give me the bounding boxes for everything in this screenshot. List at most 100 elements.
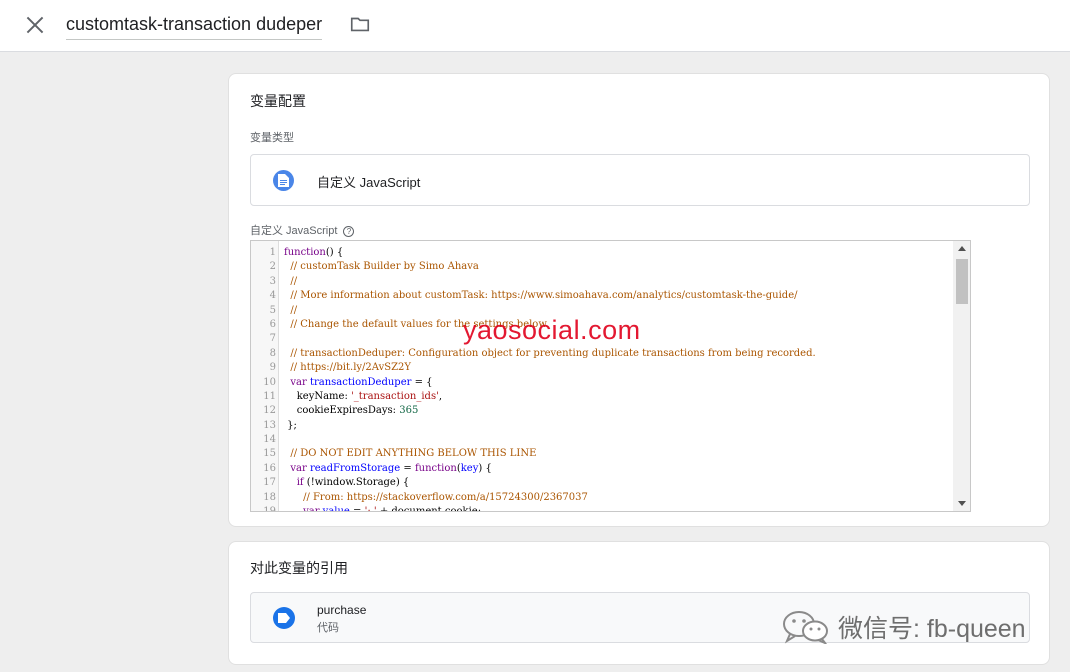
tag-icon [273,607,295,629]
code-line: 17 if (!window.Storage) { [251,476,951,490]
line-number: 12 [263,405,276,417]
line-number: 15 [263,448,276,460]
code-line: 16 var readFromStorage = function(key) { [251,462,951,476]
variable-references-card: 对此变量的引用 purchase 代码 [228,541,1050,665]
code-token: '_transaction_ids' [351,390,439,402]
line-number: 16 [263,462,276,474]
code-editor[interactable]: 1 function() {2 // customTask Builder by … [250,240,971,512]
scroll-up-icon[interactable] [958,246,966,251]
folder-icon[interactable] [349,13,371,35]
code-line: 15 // DO NOT EDIT ANYTHING BELOW THIS LI… [251,447,951,461]
code-text: var readFromStorage = function(key) { [284,462,492,476]
code-token: () { [325,247,344,258]
code-line: 4 // More information about customTask: … [251,289,951,303]
code-text: var transactionDeduper = { [284,376,433,390]
references-heading: 对此变量的引用 [250,560,348,576]
top-bar: customtask-transaction dudeper [0,0,1070,52]
code-token: = { [411,376,433,388]
editor-scrollbar[interactable] [953,241,970,511]
code-token: }; [284,419,297,431]
code-token: var [290,376,307,388]
code-token: transactionDeduper [309,376,412,388]
code-token: // [284,275,298,287]
line-number: 5 [269,304,276,316]
close-icon[interactable] [22,12,48,38]
variable-type-selector[interactable]: 自定义 JavaScript [250,154,1030,206]
code-text: // DO NOT EDIT ANYTHING BELOW THIS LINE [284,447,536,461]
code-line: 10 var transactionDeduper = { [251,376,951,390]
variable-type-label: 变量类型 [250,132,294,144]
code-token: ) { [478,462,492,474]
wechat-icon [783,611,828,644]
code-token: value [322,506,350,512]
line-number: 11 [263,390,276,402]
line-number: 13 [263,419,276,431]
code-token: keyName: [284,390,352,402]
line-number: 8 [269,347,276,359]
code-token: function [284,247,326,258]
code-line: 18 // From: https://stackoverflow.com/a/… [251,491,951,505]
code-text: }; [284,419,297,433]
code-line: 8 // transactionDeduper: Configuration o… [251,347,951,361]
code-token: readFromStorage [309,462,401,474]
code-line: 12 cookieExpiresDays: 365 [251,404,951,418]
code-text: // https://bit.ly/2AvSZ2Y [284,361,411,375]
code-token: // From: https://stackoverflow.com/a/157… [284,491,588,503]
code-text: function() { [284,246,343,260]
code-token: , [438,390,443,402]
document-icon [273,170,294,191]
watermark-text: yaosocial.com [463,315,641,345]
code-text: // [284,304,297,318]
line-number: 2 [269,261,276,273]
code-token: // https://bit.ly/2AvSZ2Y [284,362,411,374]
code-token: // customTask Builder by Simo Ahava [284,261,479,273]
line-number: 9 [269,362,276,374]
code-text: // [284,275,297,289]
variable-type-name: 自定义 JavaScript [317,175,421,190]
code-token: var [303,506,320,512]
code-line: 14 [251,433,951,447]
line-number: 4 [269,290,276,302]
code-token: = [349,506,365,512]
config-heading: 变量配置 [250,93,306,109]
code-token: + document.cookie; [376,506,482,512]
code-token: // [284,304,298,316]
code-line: 13 }; [251,419,951,433]
scroll-down-icon[interactable] [958,501,966,506]
custom-js-label: 自定义 JavaScript? [250,222,355,238]
line-number: 18 [263,491,276,503]
reference-name: purchase [317,603,367,617]
code-lines: 1 function() {2 // customTask Builder by … [251,246,951,512]
scroll-thumb[interactable] [956,259,968,304]
code-token: // More information about customTask: ht… [284,290,798,302]
code-line: 2 // customTask Builder by Simo Ahava [251,260,951,274]
line-number: 3 [269,275,276,287]
line-number: 17 [263,477,276,489]
code-line: 1 function() { [251,246,951,260]
line-number: 19 [263,506,276,512]
code-token: cookieExpiresDays: [284,405,400,417]
code-token: function [414,462,457,474]
reference-type: 代码 [317,622,339,634]
code-token: (!window.Storage) { [303,477,410,489]
variable-config-card: 变量配置 变量类型 自定义 JavaScript 自定义 JavaScript?… [228,73,1050,527]
code-text: keyName: '_transaction_ids', [284,390,442,404]
line-number: 1 [269,247,276,258]
code-text: // From: https://stackoverflow.com/a/157… [284,491,588,505]
code-token: key [460,462,479,474]
code-token: '; ' [364,506,377,512]
code-token: 365 [399,405,419,417]
code-line: 3 // [251,275,951,289]
code-text: var value = '; ' + document.cookie; [284,505,482,512]
code-line: 19 var value = '; ' + document.cookie; [251,505,951,512]
help-icon[interactable]: ? [343,226,355,237]
variable-name-input[interactable]: customtask-transaction dudeper [66,10,323,40]
code-line: 9 // https://bit.ly/2AvSZ2Y [251,361,951,375]
code-text: // customTask Builder by Simo Ahava [284,260,479,274]
line-number: 6 [269,318,276,330]
code-text: cookieExpiresDays: 365 [284,404,419,418]
code-line: 11 keyName: '_transaction_ids', [251,390,951,404]
line-number: 7 [269,333,276,345]
code-text: // transactionDeduper: Configuration obj… [284,347,815,361]
